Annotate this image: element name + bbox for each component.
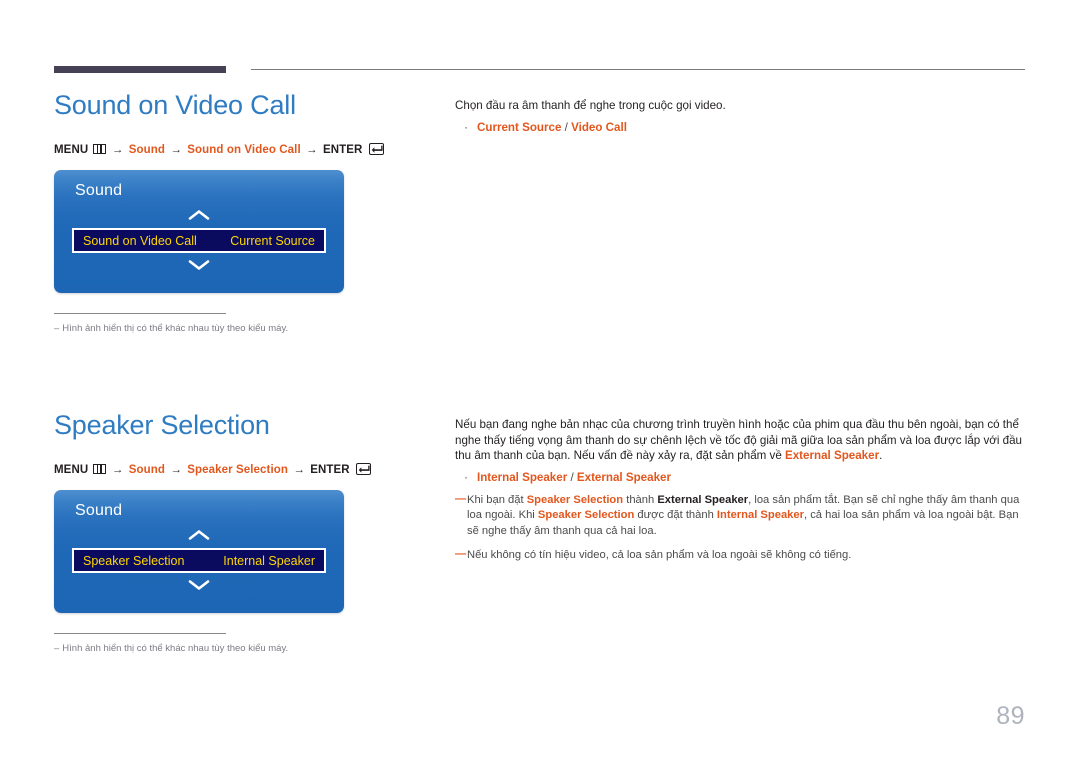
note-item: — Nếu không có tín hiệu video, cả loa sả… <box>455 548 1027 564</box>
chevron-up-icon[interactable] <box>54 208 344 226</box>
option-separator: / <box>561 120 572 134</box>
note-dash-icon: — <box>455 492 467 505</box>
option-video-call[interactable]: Video Call <box>571 121 627 134</box>
note-bold-external-speaker: External Speaker <box>657 493 749 506</box>
option-current-source[interactable]: Current Source <box>477 121 561 134</box>
tv-menu-row-value: Current Source <box>230 233 315 248</box>
menu-path-menu-label: MENU <box>54 144 89 157</box>
note-part-1: Khi bạn đặt <box>467 493 527 506</box>
tv-menu-selected-row[interactable]: Sound on Video Call Current Source <box>72 228 326 254</box>
enter-key-icon <box>368 143 384 156</box>
page-title-sound-on-video-call: Sound on Video Call <box>54 90 296 120</box>
enter-arrow-glyph <box>358 465 370 473</box>
menu-path-step-sound[interactable]: Sound <box>129 144 165 156</box>
chevron-up-glyph <box>188 530 210 540</box>
tv-menu-selected-row[interactable]: Speaker Selection Internal Speaker <box>72 548 326 574</box>
description-part-2: . <box>879 449 883 462</box>
enter-key-icon <box>356 463 372 476</box>
page-title-speaker-selection: Speaker Selection <box>54 410 270 440</box>
note-highlight-internal-speaker: Internal Speaker <box>716 509 804 521</box>
note-text: Nếu không có tín hiệu video, cả loa sản … <box>467 549 852 561</box>
footnote-block-2: – Hình ảnh hiển thị có thể khác nhau tùy … <box>54 633 344 654</box>
chevron-up-glyph <box>188 210 210 220</box>
note-part-4: được đặt thành <box>634 509 717 521</box>
menu-path-arrow-1: → <box>111 464 124 477</box>
note-highlight-speaker-selection-2: Speaker Selection <box>537 509 635 521</box>
option-internal-speaker[interactable]: Internal Speaker <box>477 471 567 484</box>
footnote-body: Hình ảnh hiển thị có thể khác nhau tùy t… <box>62 323 289 335</box>
note-item: — Khi bạn đặt Speaker Selection thành Ex… <box>455 493 1027 540</box>
menu-path-arrow-1: → <box>111 144 124 157</box>
options-list-speaker-selection: · Internal Speaker / External Speaker <box>455 471 1027 484</box>
menu-path-step-sound-on-video-call[interactable]: Sound on Video Call <box>187 144 301 156</box>
menu-path-speaker-selection: MENU → Sound → Speaker Selection → ENTER <box>54 463 424 476</box>
menu-path-sound-on-video-call: MENU → Sound → Sound on Video Call → ENT… <box>54 143 424 156</box>
bullet-dot-icon: · <box>464 470 468 484</box>
note-dash-icon: — <box>455 548 467 560</box>
options-text: Internal Speaker / External Speaker <box>477 471 671 484</box>
menu-path-step-sound[interactable]: Sound <box>129 464 165 476</box>
menu-icon <box>92 464 106 475</box>
chevron-down-glyph <box>188 580 210 590</box>
section-speaker-selection-left: Speaker Selection MENU → Sound → Speaker… <box>54 410 424 654</box>
page-content: Sound on Video Call MENU → Sound → Sound… <box>0 0 1080 763</box>
footnote-text-1: – Hình ảnh hiển thị có thể khác nhau tùy … <box>54 323 344 334</box>
note-part-2: thành <box>623 493 658 506</box>
note-highlight-speaker-selection-1: Speaker Selection <box>526 493 624 506</box>
tv-menu-row-value: Internal Speaker <box>223 553 315 568</box>
menu-icon <box>92 144 106 155</box>
tv-menu-preview-sound-on-video-call: Sound Sound on Video Call Current Source <box>54 170 344 294</box>
description-highlight-external-speaker: External Speaker <box>785 449 880 462</box>
page-number: 89 <box>996 702 1025 730</box>
chevron-down-glyph <box>188 260 210 270</box>
tv-menu-row-label: Speaker Selection <box>83 553 185 568</box>
tv-menu-row-label: Sound on Video Call <box>83 233 197 248</box>
description-speaker-selection: Nếu bạn đang nghe bản nhạc của chương tr… <box>455 417 1027 464</box>
menu-path-arrow-2: → <box>170 144 182 157</box>
menu-path-step-speaker-selection[interactable]: Speaker Selection <box>187 464 288 476</box>
menu-path-menu-label: MENU <box>54 464 89 477</box>
footnote-divider <box>54 313 226 315</box>
description-part-1: Nếu bạn đang nghe bản nhạc của chương tr… <box>455 418 1022 462</box>
menu-path-arrow-2: → <box>170 464 182 477</box>
chevron-down-icon[interactable] <box>54 258 344 276</box>
footnote-text-2: – Hình ảnh hiển thị có thể khác nhau tùy … <box>54 643 344 654</box>
tv-menu-preview-speaker-selection: Sound Speaker Selection Internal Speaker <box>54 490 344 614</box>
footnote-block-1: – Hình ảnh hiển thị có thể khác nhau tùy … <box>54 313 344 334</box>
option-separator: / <box>567 470 577 484</box>
menu-path-enter-label: ENTER <box>322 144 363 157</box>
tv-menu-title: Sound <box>75 502 123 520</box>
tv-menu-title: Sound <box>75 182 123 200</box>
description-sound-on-video-call: Chọn đầu ra âm thanh để nghe trong cuộc … <box>455 99 726 112</box>
menu-path-arrow-3: → <box>306 144 318 157</box>
menu-path-enter-label: ENTER <box>310 464 350 477</box>
chevron-up-icon[interactable] <box>54 528 344 546</box>
section-sound-on-video-call-left: Sound on Video Call MENU → Sound → Sound… <box>54 90 424 334</box>
footnote-divider <box>54 633 226 635</box>
option-external-speaker[interactable]: External Speaker <box>577 471 671 484</box>
section-speaker-selection-right: Nếu bạn đang nghe bản nhạc của chương tr… <box>455 417 1027 564</box>
bullet-dot-icon: · <box>464 120 468 134</box>
note-text: Khi bạn đặt Speaker Selection thành Exte… <box>467 493 1027 540</box>
footnote-body: Hình ảnh hiển thị có thể khác nhau tùy t… <box>62 643 289 655</box>
menu-path-arrow-3: → <box>293 464 305 477</box>
options-text: Current Source / Video Call <box>477 121 627 134</box>
enter-arrow-glyph <box>371 145 383 153</box>
options-list-sound-on-video-call: · Current Source / Video Call <box>455 121 1027 134</box>
chevron-down-icon[interactable] <box>54 578 344 596</box>
section-sound-on-video-call-right: Chọn đầu ra âm thanh để nghe trong cuộc … <box>455 98 1027 134</box>
